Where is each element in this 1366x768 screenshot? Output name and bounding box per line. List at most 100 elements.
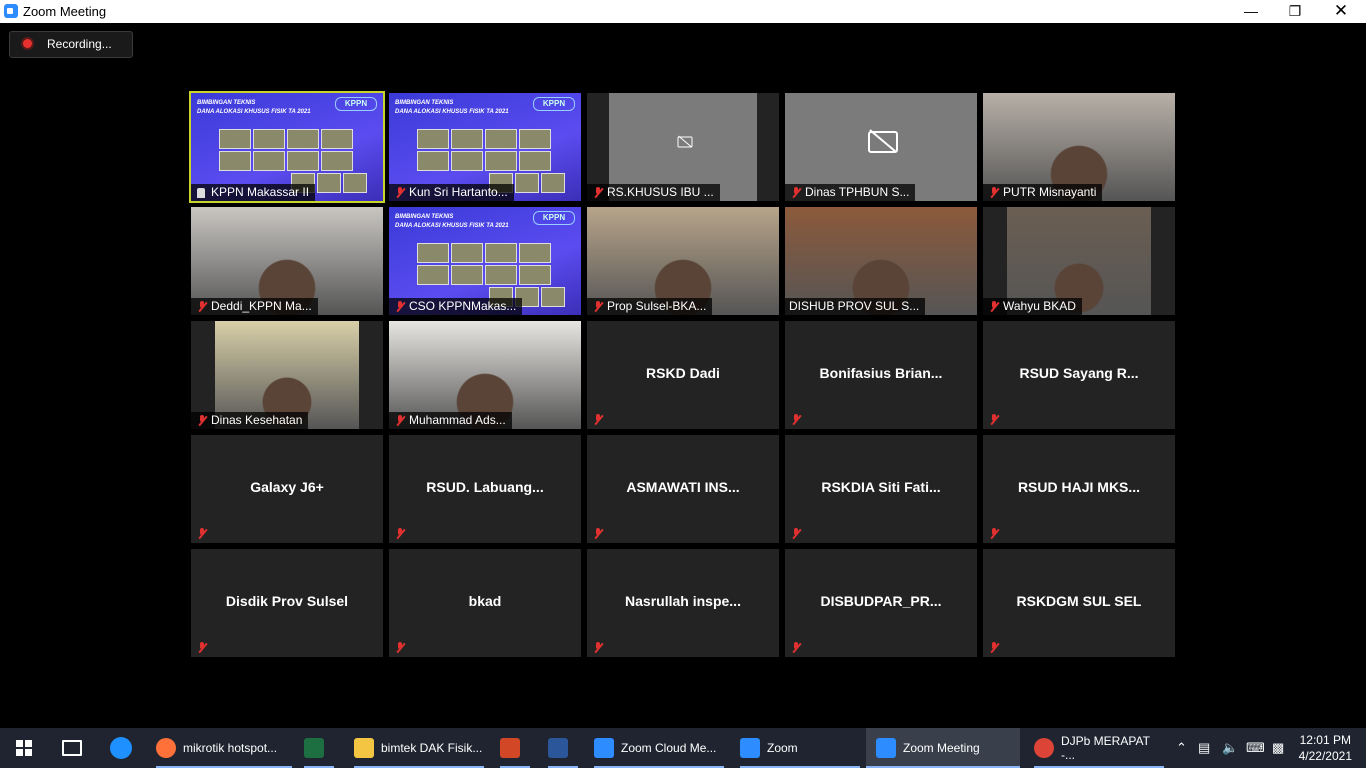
slide-photo [519,265,551,285]
participant-name-label: Muhammad Ads... [389,412,512,429]
kppn-logo: KPPN [533,211,575,225]
edge-icon[interactable] [110,728,132,768]
keyboard-icon[interactable]: ⌨ [1246,728,1265,768]
participant-name-center: DISBUDPAR_PR... [820,593,942,609]
participant-name: Dinas Kesehatan [211,413,303,427]
participant-tile[interactable]: RSKD Dadi [587,321,779,429]
slide-photo [287,129,319,149]
task-view-icon[interactable] [62,728,82,768]
muted-mic-icon [395,528,405,539]
participant-tile[interactable]: RSKDIA Siti Fati... [785,435,977,543]
participant-name-center: bkad [468,593,502,609]
taskbar-item[interactable]: bimtek DAK Fisik... [354,728,484,768]
chrome-icon [1034,738,1054,758]
folder-icon [354,738,374,758]
participant-tile[interactable]: Prop Sulsel-BKA... [587,207,779,315]
participant-tile[interactable]: Disdik Prov Sulsel [191,549,383,657]
close-button[interactable]: ✕ [1318,0,1364,23]
taskbar-item-label: bimtek DAK Fisik... [381,741,483,755]
taskbar-item-label: mikrotik hotspot... [183,741,278,755]
taskbar-item[interactable] [500,728,530,768]
participant-tile[interactable]: Dinas TPHBUN S... [785,93,977,201]
participant-name: RS.KHUSUS IBU ... [607,185,714,199]
participant-tile[interactable]: RSUD Sayang R... [983,321,1175,429]
minimize-button[interactable]: — [1228,0,1274,23]
muted-mic-icon [593,301,603,312]
muted-mic-icon [593,528,603,539]
slide-photo [451,265,483,285]
taskbar-item[interactable]: Zoom Meeting [866,728,1020,768]
taskbar-item[interactable]: DJPb MERAPAT -... [1034,728,1164,768]
participant-name: PUTR Misnayanti [1003,185,1097,199]
participant-tile[interactable]: DISBUDPAR_PR... [785,549,977,657]
muted-mic-icon [791,187,801,198]
participant-name-center: RSKDIA Siti Fati... [821,479,941,495]
participant-name-center: Galaxy J6+ [250,479,324,495]
network-icon[interactable]: ▤ [1198,728,1210,768]
participant-name-label: Kun Sri Hartanto... [389,184,514,201]
participant-name-label: CSO KPPNMakas... [389,298,523,315]
slide-photo [451,129,483,149]
participant-tile[interactable]: RSUD HAJI MKS... [983,435,1175,543]
participant-tile[interactable]: DISHUB PROV SUL S... [785,207,977,315]
participant-tile[interactable]: Galaxy J6+ [191,435,383,543]
participant-name: Wahyu BKAD [1003,299,1076,313]
participant-tile[interactable]: Deddi_KPPN Ma... [191,207,383,315]
muted-mic-icon [989,187,999,198]
participant-tile[interactable]: BIMBINGAN TEKNIS DANA ALOKASI KHUSUS FISI… [189,91,385,203]
muted-mic-icon [395,301,405,312]
kppn-logo: KPPN [335,97,377,111]
taskbar-item[interactable]: Zoom Cloud Me... [594,728,724,768]
slide-photo [417,129,449,149]
muted-mic-icon [791,528,801,539]
participant-name-center: RSKD Dadi [646,365,720,381]
slide-photo [287,151,319,171]
excel-icon [304,738,324,758]
system-clock[interactable]: 12:01 PM 4/22/2021 [1299,732,1352,764]
slide-photo [519,129,551,149]
record-dot-icon [23,39,32,48]
taskbar-item[interactable] [548,728,578,768]
recording-indicator[interactable]: Recording... [9,31,133,58]
show-hidden-icons[interactable]: ⌃ [1176,728,1187,768]
taskbar-item-label: Zoom Cloud Me... [621,741,717,755]
slide-photo [541,287,565,307]
clock-date: 4/22/2021 [1298,749,1352,763]
participant-tile[interactable]: RS.KHUSUS IBU ... [587,93,779,201]
participant-name-label: RS.KHUSUS IBU ... [587,184,720,201]
slide-photo [343,173,367,193]
participant-tile[interactable]: Muhammad Ads... [389,321,581,429]
participant-name-center: RSUD. Labuang... [426,479,544,495]
slide-photo [451,243,483,263]
slide-photo [253,129,285,149]
participant-name: CSO KPPNMakas... [409,299,517,313]
muted-mic-icon [989,642,999,653]
participant-tile[interactable]: bkad [389,549,581,657]
taskbar-item-label: Zoom [767,741,798,755]
participant-name-label: Dinas TPHBUN S... [785,184,916,201]
participant-tile[interactable]: BIMBINGAN TEKNIS DANA ALOKASI KHUSUS FISI… [389,93,581,201]
muted-mic-icon [593,642,603,653]
volume-icon[interactable]: 🔈 [1222,728,1238,768]
participant-tile[interactable]: RSKDGM SUL SEL [983,549,1175,657]
participant-tile[interactable]: RSUD. Labuang... [389,435,581,543]
participant-tile[interactable]: BIMBINGAN TEKNIS DANA ALOKASI KHUSUS FISI… [389,207,581,315]
notification-icon[interactable]: ▩ [1272,728,1284,768]
participant-tile[interactable]: Wahyu BKAD [983,207,1175,315]
kppn-logo: KPPN [533,97,575,111]
participant-name: Muhammad Ads... [409,413,506,427]
participant-tile[interactable]: PUTR Misnayanti [983,93,1175,201]
taskbar-item[interactable] [304,728,334,768]
title-bar: Zoom Meeting — ❐ ✕ [0,0,1366,23]
taskbar-item[interactable]: Zoom [740,728,860,768]
participant-tile[interactable]: Nasrullah inspe... [587,549,779,657]
muted-mic-icon [395,642,405,653]
maximize-button[interactable]: ❐ [1272,0,1318,23]
participant-tile[interactable]: Bonifasius Brian... [785,321,977,429]
participant-tile[interactable]: ASMAWATI INS... [587,435,779,543]
slide-photo [451,151,483,171]
slide-photo [541,173,565,193]
participant-tile[interactable]: Dinas Kesehatan [191,321,383,429]
windows-start-icon[interactable] [16,740,32,756]
taskbar-item[interactable]: mikrotik hotspot... [156,728,292,768]
